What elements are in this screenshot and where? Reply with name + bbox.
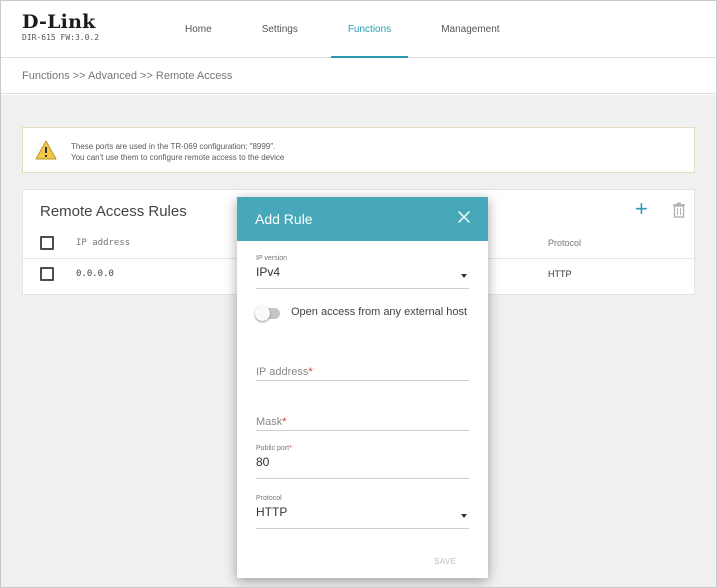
warning-line-1: These ports are used in the TR-069 confi…	[71, 142, 276, 151]
warning-banner: These ports are used in the TR-069 confi…	[22, 127, 695, 173]
warning-line-2: You can't use them to configure remote a…	[71, 153, 285, 162]
public-port-field[interactable]: Public port* 80	[256, 445, 469, 479]
dialog-header: Add Rule	[237, 197, 488, 241]
chevron-down-icon	[461, 514, 467, 518]
warning-icon	[35, 140, 57, 160]
row-ip-address: 0.0.0.0	[76, 269, 114, 279]
ip-version-select[interactable]: IP version IPv4	[256, 255, 469, 289]
nav-home[interactable]: Home	[160, 0, 237, 58]
warning-text: These ports are used in the TR-069 confi…	[71, 141, 284, 163]
card-title: Remote Access Rules	[40, 203, 187, 220]
trash-icon[interactable]	[672, 202, 686, 218]
protocol-label: Protocol	[256, 495, 282, 502]
mask-field[interactable]: Mask*	[256, 412, 469, 431]
toggle-knob	[255, 306, 270, 321]
ip-address-placeholder: IP address*	[256, 366, 313, 378]
open-access-label: Open access from any external host	[291, 306, 468, 318]
nav-settings[interactable]: Settings	[237, 0, 323, 58]
nav-functions[interactable]: Functions	[323, 0, 416, 58]
public-port-label: Public port*	[256, 445, 292, 452]
close-icon[interactable]	[457, 210, 471, 224]
row-protocol: HTTP	[548, 269, 572, 279]
column-header-protocol: Protocol	[548, 238, 582, 248]
nav-management[interactable]: Management	[416, 0, 524, 58]
column-header-ip: IP address	[76, 238, 131, 248]
row-checkbox[interactable]	[40, 267, 54, 281]
save-button[interactable]: SAVE	[434, 557, 456, 566]
main-nav: Home Settings Functions Management	[160, 0, 525, 58]
mask-placeholder: Mask*	[256, 416, 287, 428]
firmware-version: DIR-615 FW:3.0.2	[22, 33, 100, 42]
dlink-logo: D-Link DIR-615 FW:3.0.2	[22, 12, 99, 42]
top-header: D-Link DIR-615 FW:3.0.2 Home Settings Fu…	[0, 0, 717, 58]
ip-version-label: IP version	[256, 255, 287, 262]
protocol-value: HTTP	[256, 505, 288, 519]
breadcrumb-bar: Functions >> Advanced >> Remote Access	[0, 58, 717, 94]
add-rule-dialog: Add Rule IP version IPv4 Open access fro…	[237, 197, 488, 578]
open-access-toggle[interactable]	[255, 306, 280, 321]
breadcrumb: Functions >> Advanced >> Remote Access	[22, 70, 233, 82]
public-port-value: 80	[256, 455, 270, 469]
dialog-title: Add Rule	[255, 211, 313, 227]
protocol-select[interactable]: Protocol HTTP	[256, 495, 469, 529]
chevron-down-icon	[461, 274, 467, 278]
ip-address-field[interactable]: IP address*	[256, 362, 469, 381]
select-all-checkbox[interactable]	[40, 236, 54, 250]
ip-version-value: IPv4	[256, 265, 281, 279]
add-rule-button[interactable]: +	[635, 198, 648, 220]
logo-text: D-Link	[22, 11, 96, 33]
